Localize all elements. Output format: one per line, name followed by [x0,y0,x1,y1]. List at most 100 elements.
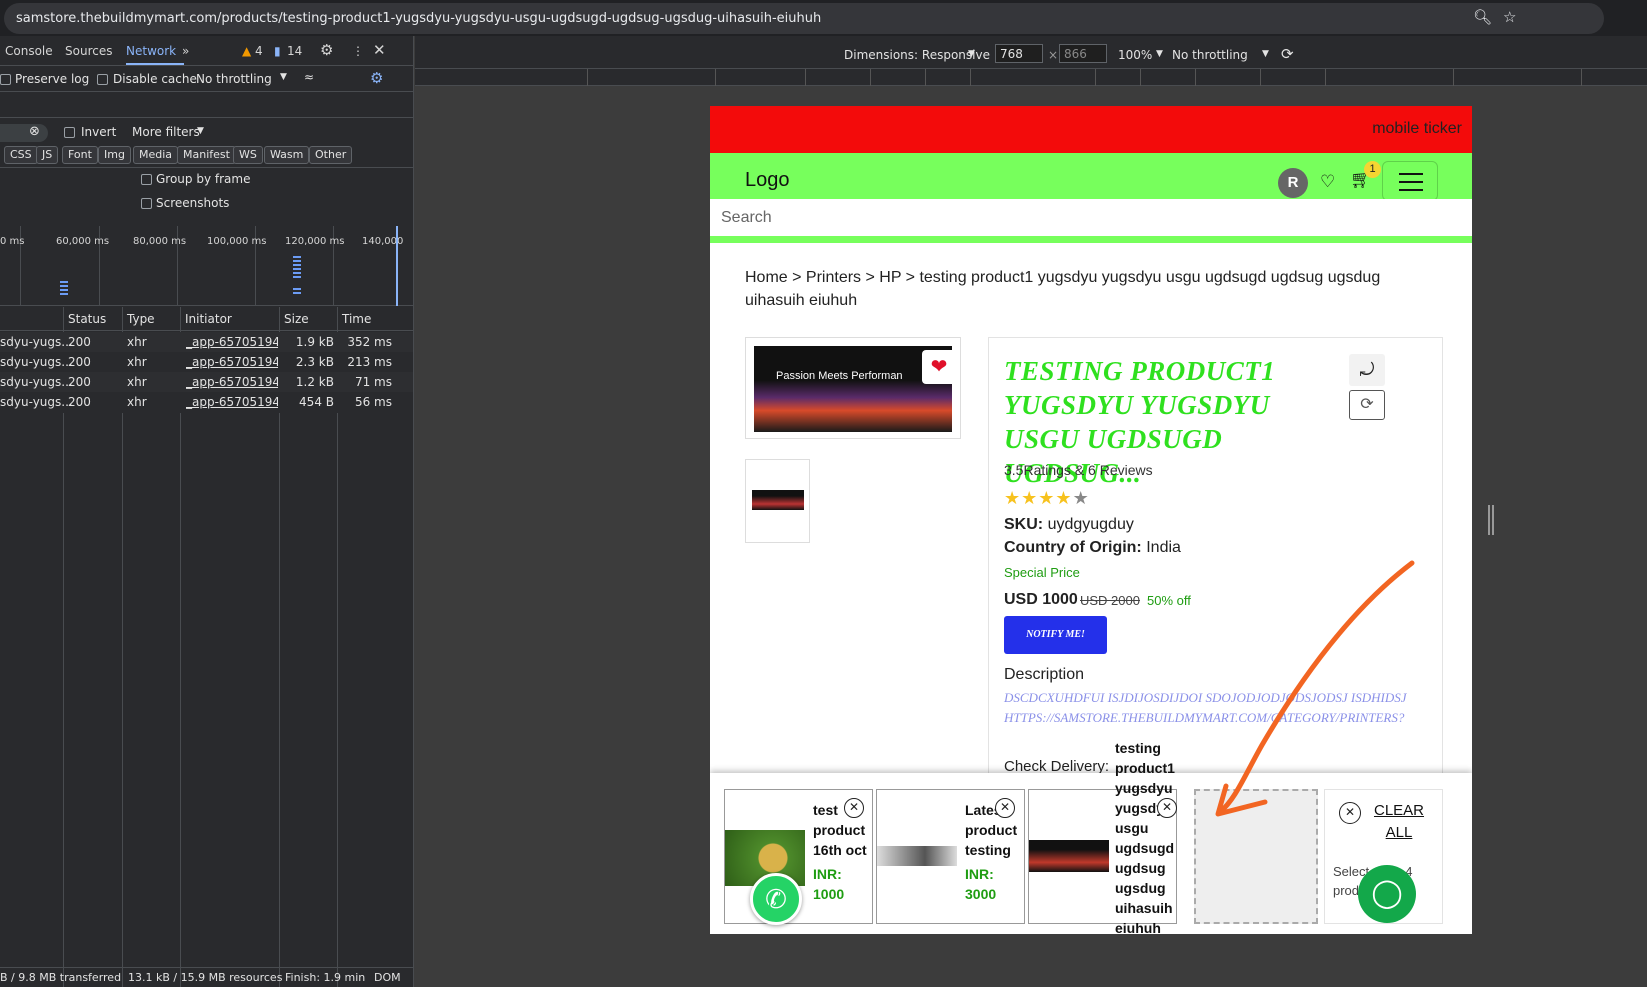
disable-cache-checkbox[interactable] [97,74,108,85]
spacer-row [0,92,413,118]
cell-type: xhr [127,355,147,369]
width-input[interactable]: 768 [995,44,1043,63]
filter-row: ⊗ Invert More filters ▼ CSS JS Font Img … [0,118,413,168]
table-row[interactable]: sdyu-yugs...200 xhr _app-657051948e0 454 B 5… [0,392,413,413]
clear-all-button[interactable]: CLEAR ALL [1369,800,1429,844]
country-line: Country of Origin: India [1004,539,1181,557]
group-by-frame-checkbox[interactable] [141,174,152,185]
tab-network[interactable]: Network [126,44,176,58]
chevron-down-icon[interactable]: ▼ [280,72,287,82]
breadcrumb[interactable]: Home > Printers > HP > testing product1 … [745,266,1405,312]
tab-sources[interactable]: Sources [65,44,112,58]
share-icon[interactable]: ⤾ [1349,354,1385,386]
chevron-down-icon[interactable]: ▼ [1262,49,1269,59]
mobile-ticker: mobile ticker [710,106,1472,153]
close-devtools-icon[interactable]: ✕ [373,41,386,59]
column-initiator[interactable]: Initiator [185,312,232,326]
main-product-image[interactable]: Passion Meets Performan ❤ [745,337,961,439]
warnings-count[interactable]: 4 [255,44,263,58]
messages-count[interactable]: 14 [287,44,302,58]
remove-compare-icon[interactable]: ✕ [995,798,1015,818]
clear-filter-icon[interactable]: ⊗ [29,124,40,139]
special-price-label: Special Price [1004,565,1080,580]
clear-all-icon[interactable]: ✕ [1339,802,1361,824]
filter-font[interactable]: Font [62,146,98,164]
screenshots-checkbox[interactable] [141,198,152,209]
more-filters-dropdown[interactable]: More filters [132,125,200,139]
preserve-log-checkbox[interactable] [0,74,11,85]
warning-icon[interactable]: ▲ [242,44,251,58]
product-thumbnail[interactable] [745,459,810,543]
group-by-frame-label: Group by frame [156,172,251,186]
filter-other[interactable]: Other [309,146,353,164]
filter-img[interactable]: Img [98,146,131,164]
wishlist-heart-icon[interactable]: ♡ [1320,172,1335,192]
cell-time: 56 ms [354,395,392,409]
throttling-select[interactable]: No throttling [196,72,272,86]
table-row[interactable]: sdyu-yugs...200 xhr _app-657051948e0 1.9 kB… [0,332,413,353]
timeline-cursor[interactable] [396,226,398,306]
filter-input[interactable] [0,124,48,142]
compare-item-name: testing product1 yugsdyu yugsdyu usgu ug… [1115,740,1175,934]
more-tabs-icon[interactable]: » [182,44,189,58]
viewport-resize-handle[interactable] [1488,505,1494,535]
chevron-down-icon[interactable]: ▼ [1156,49,1163,59]
empty-compare-slot[interactable] [1194,789,1318,924]
filter-manifest[interactable]: Manifest [177,146,236,164]
network-conditions-icon[interactable]: ≈ [304,70,314,84]
compare-item[interactable]: testing product1 yugsdyu yugsdyu usgu ug… [1028,740,1177,934]
disable-cache-label: Disable cache [113,72,197,86]
avatar[interactable]: R [1278,168,1308,198]
column-type[interactable]: Type [127,312,155,326]
timeline-tick: 60,000 ms [56,236,110,247]
compare-item-image [1029,840,1109,872]
table-row[interactable]: sdyu-yugs...200 xhr _app-657051948e0 2.3 kB… [0,352,413,373]
cell-initiator[interactable]: _app-657051948e0 [186,355,278,369]
address-bar[interactable]: samstore.thebuildmymart.com/products/tes… [4,3,1604,34]
cell-size: 454 B [299,395,334,409]
device-throttling-dropdown[interactable]: No throttling [1172,48,1248,62]
cell-initiator[interactable]: _app-657051948e0 [186,395,278,409]
chat-icon[interactable]: ◯ [1358,865,1416,923]
media-query-ruler[interactable] [415,69,1647,86]
table-row[interactable]: sdyu-yugs...200 xhr _app-657051948e0 1.2 kB… [0,372,413,393]
network-status-bar: B / 9.8 MB transferred 13.1 kB / 15.9 MB… [0,967,413,987]
column-time[interactable]: Time [342,312,371,326]
filter-media[interactable]: Media [133,146,179,164]
chevron-down-icon[interactable]: ▼ [197,126,204,136]
timeline-overview[interactable]: 0 ms 60,000 ms 80,000 ms 100,000 ms 120,… [0,226,413,306]
kebab-menu-icon[interactable]: ⋮ [352,44,364,58]
chevron-down-icon[interactable]: ▼ [968,49,975,59]
ruler-mark [970,69,971,86]
favorite-heart-icon[interactable]: ❤ [922,350,956,384]
compare-item[interactable]: Latest product testing INR: 3000 ✕ [876,789,1025,924]
cell-initiator[interactable]: _app-657051948e0 [186,335,278,349]
filter-js[interactable]: JS [36,146,59,164]
messages-icon[interactable]: ▮ [274,44,281,58]
remove-compare-icon[interactable]: ✕ [844,798,864,818]
search-input[interactable]: Search [710,199,1472,236]
invert-checkbox[interactable] [64,127,75,138]
notify-me-button[interactable]: NOTIFY ME! [1004,616,1107,654]
tab-console[interactable]: Console [5,44,53,58]
remove-compare-icon[interactable]: ✕ [1157,798,1177,818]
whatsapp-icon[interactable]: ✆ [750,873,802,925]
rotate-icon[interactable]: ⟳ [1281,45,1294,63]
url-text[interactable]: samstore.thebuildmymart.com/products/tes… [16,11,821,26]
filter-css[interactable]: CSS [4,146,38,164]
zoom-dropdown[interactable]: 100% [1118,48,1152,62]
network-settings-gear-icon[interactable]: ⚙ [370,69,383,87]
bookmark-star-icon[interactable]: ☆ [1503,8,1516,26]
compare-refresh-icon[interactable]: ⟳ [1349,390,1385,420]
column-size[interactable]: Size [284,312,309,326]
site-logo[interactable]: Logo [745,169,790,192]
height-input[interactable]: 866 [1059,44,1107,63]
filter-wasm[interactable]: Wasm [264,146,310,164]
cell-type: xhr [127,335,147,349]
cell-initiator[interactable]: _app-657051948e0 [186,375,278,389]
zoom-icon[interactable]: 🔍︎ [1473,8,1492,26]
settings-gear-icon[interactable]: ⚙ [320,41,333,59]
filter-ws[interactable]: WS [233,146,263,164]
hamburger-menu-button[interactable] [1382,161,1438,201]
column-status[interactable]: Status [68,312,106,326]
